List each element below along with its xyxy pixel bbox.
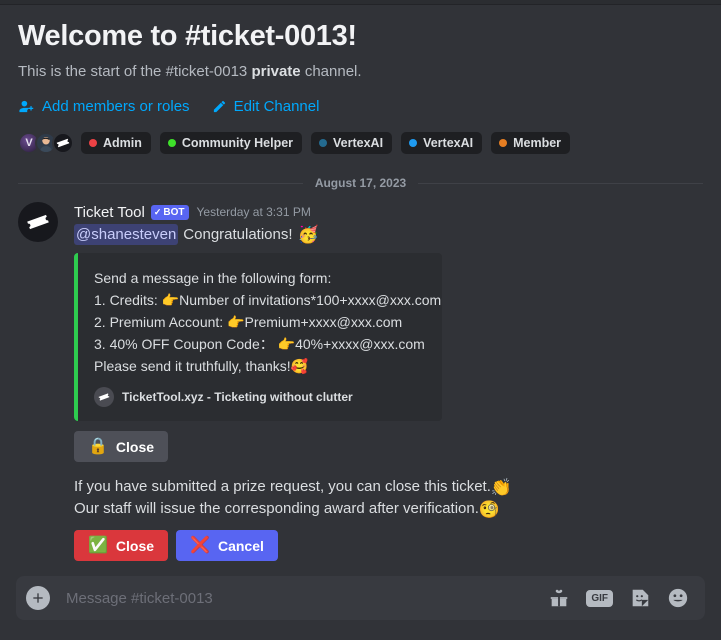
component-row-2: ✅ Close ❌ Cancel xyxy=(74,530,703,561)
party-face-emoji: 🥳 xyxy=(297,225,319,244)
search-input[interactable] xyxy=(50,589,549,607)
role-label-vertexai-2: VertexAI xyxy=(423,136,474,150)
date-divider-line-left xyxy=(18,182,303,184)
message-body: Ticket Tool ✓ BOT Yesterday at 3:31 PM @… xyxy=(74,202,703,561)
message-text-line: @shanesteven Congratulations! 🥳 xyxy=(74,224,703,245)
footer-ticket-glyph xyxy=(94,387,114,407)
intro-suffix-text: channel. xyxy=(300,63,362,80)
close-button-secondary[interactable]: 🔒 Close xyxy=(74,431,169,462)
gift-icon[interactable] xyxy=(548,587,570,609)
message-embed: Send a message in the following form: 1.… xyxy=(74,253,442,421)
page-title: Welcome to #ticket-0013! xyxy=(18,20,357,52)
date-divider-label: August 17, 2023 xyxy=(314,176,407,190)
ticket-icon xyxy=(94,387,114,407)
composer-icon-group: GIF xyxy=(548,587,689,609)
emoji-icon[interactable] xyxy=(667,587,689,609)
embed-line-5: Please send it truthfully, thanks!🥰 xyxy=(94,358,309,374)
avatar[interactable] xyxy=(18,202,58,242)
message-header: Ticket Tool ✓ BOT Yesterday at 3:31 PM xyxy=(74,202,703,222)
cancel-button[interactable]: ❌ Cancel xyxy=(176,530,278,561)
role-dot-vertexai-1 xyxy=(319,139,328,147)
role-badge-admin[interactable]: Admin xyxy=(81,132,151,154)
close-button[interactable]: ✅ Close xyxy=(74,530,169,561)
edit-channel-label: Edit Channel xyxy=(233,98,320,115)
note-line-2-text: Our staff will issue the corresponding a… xyxy=(74,500,479,517)
intro-private-word: private xyxy=(251,63,301,80)
role-badge-vertexai-1[interactable]: VertexAI xyxy=(311,132,393,154)
user-mention[interactable]: @shanesteven xyxy=(74,224,179,245)
note-line-1-text: If you have submitted a prize request, y… xyxy=(74,478,491,495)
intro-prefix-text: This is the start of the xyxy=(18,63,166,80)
role-badge-member[interactable]: Member xyxy=(491,132,571,154)
component-row-1: 🔒 Close xyxy=(74,431,703,462)
message-greeting-text: Congratulations! xyxy=(183,226,293,243)
embed-line-3: 2. Premium Account: 👉Premium+xxxx@xxx.co… xyxy=(94,314,403,330)
channel-intro-actions: Add members or roles Edit Channel xyxy=(18,98,703,115)
embed-line-1: Send a message in the following form: xyxy=(94,270,332,286)
close-button-label: Close xyxy=(115,537,155,554)
status-badge: ✓ BOT xyxy=(150,204,189,220)
role-dot-member xyxy=(499,139,508,147)
role-label-community-helper: Community Helper xyxy=(181,136,294,150)
pencil-icon xyxy=(212,99,227,114)
cross-mark-icon: ❌ xyxy=(190,536,210,554)
check-mark-icon: ✅ xyxy=(88,536,108,554)
add-members-or-roles-label: Add members or roles xyxy=(42,98,190,115)
cancel-button-label: Cancel xyxy=(217,537,264,554)
message-timestamp: Yesterday at 3:31 PM xyxy=(196,205,311,219)
gif-badge-label: GIF xyxy=(586,589,613,607)
person-add-icon xyxy=(18,98,35,115)
role-badge-community-helper[interactable]: Community Helper xyxy=(159,132,303,154)
role-label-admin: Admin xyxy=(103,136,142,150)
ticket-icon xyxy=(18,202,58,242)
member-avatar-stack[interactable]: V xyxy=(18,132,74,154)
embed-footer-label: TicketTool.xyz - Ticketing without clutt… xyxy=(122,390,353,404)
role-dot-community-helper xyxy=(167,139,176,147)
embed-line-2: 1. Credits: 👉Number of invitations*100+x… xyxy=(94,292,442,308)
sticker-icon[interactable] xyxy=(629,587,651,609)
channel-members-roles-row: V Admin Community Helper VertexAI Vertex… xyxy=(0,132,721,154)
verified-check-icon: ✓ xyxy=(153,206,162,217)
message-composer[interactable]: GIF xyxy=(16,576,705,620)
embed-footer: TicketTool.xyz - Ticketing without clutt… xyxy=(94,387,428,407)
role-badge-vertexai-2[interactable]: VertexAI xyxy=(401,132,483,154)
note-line-1: If you have submitted a prize request, y… xyxy=(74,476,703,498)
role-dot-admin xyxy=(89,139,97,147)
channel-intro: Welcome to #ticket-0013! This is the sta… xyxy=(0,5,721,115)
note-line-2: Our staff will issue the corresponding a… xyxy=(74,498,703,520)
clapping-hands-icon: 👏 xyxy=(490,477,513,497)
message-author-name[interactable]: Ticket Tool xyxy=(74,204,145,221)
date-divider-line-right xyxy=(418,182,703,184)
add-members-or-roles-link[interactable]: Add members or roles xyxy=(18,98,190,115)
bot-note-text: If you have submitted a prize request, y… xyxy=(74,476,703,520)
embed-line-4: 3. 40% OFF Coupon Code： 👉40%+xxxx@xxx.co… xyxy=(94,336,425,352)
bot-tag-label: BOT xyxy=(163,206,185,218)
date-divider: August 17, 2023 xyxy=(18,176,703,190)
avatar-ticket-tool-glyph xyxy=(54,134,72,152)
lock-icon: 🔒 xyxy=(88,437,108,455)
chat-scroll-area[interactable]: Welcome to #ticket-0013! This is the sta… xyxy=(0,5,721,575)
avatar-ticket-tool[interactable] xyxy=(52,132,74,154)
gif-icon[interactable]: GIF xyxy=(586,589,613,607)
monocle-face-icon: 🧐 xyxy=(478,499,501,519)
intro-channel-name: #ticket-0013 xyxy=(165,63,252,80)
role-dot-vertexai-2 xyxy=(409,139,418,147)
edit-channel-link[interactable]: Edit Channel xyxy=(212,98,320,115)
message-ticket-tool: Ticket Tool ✓ BOT Yesterday at 3:31 PM @… xyxy=(0,202,721,561)
message-composer-bar: GIF xyxy=(0,570,721,640)
channel-intro-subtitle: This is the start of the #ticket-0013 pr… xyxy=(18,62,703,82)
role-label-member: Member xyxy=(513,136,562,150)
role-badge-list: Admin Community Helper VertexAI VertexAI… xyxy=(81,132,571,154)
add-attachment-icon[interactable] xyxy=(26,586,50,610)
close-button-secondary-label: Close xyxy=(115,438,155,455)
role-label-vertexai-1: VertexAI xyxy=(333,136,384,150)
